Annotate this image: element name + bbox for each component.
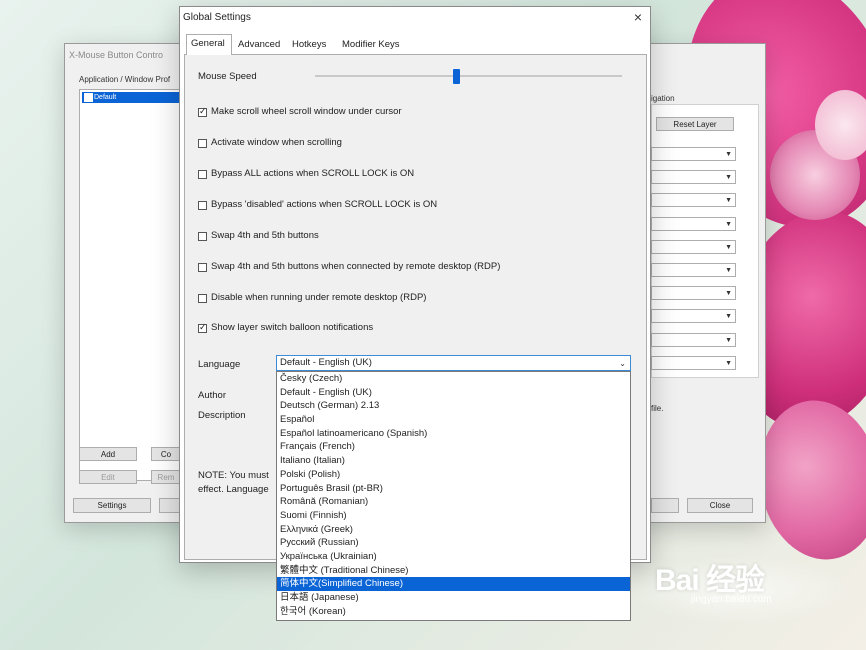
window-title: X-Mouse Button Contro: [69, 50, 164, 60]
chevron-down-icon: ▼: [725, 336, 732, 344]
global-settings-dialog: Global Settings × General Advanced Hotke…: [179, 6, 651, 621]
language-option[interactable]: Français (French): [277, 440, 630, 454]
checkbox[interactable]: [84, 93, 93, 102]
slider-thumb[interactable]: [453, 69, 461, 84]
language-option[interactable]: Português Brasil (pt-BR): [277, 482, 630, 496]
option-checkbox-label: Disable when running under remote deskto…: [211, 292, 427, 303]
option-checkbox[interactable]: [198, 322, 207, 333]
language-option[interactable]: Español latinoamericano (Spanish): [277, 427, 630, 441]
mouse-speed-label: Mouse Speed: [198, 71, 257, 82]
chevron-down-icon: ▼: [725, 359, 732, 367]
partial-button[interactable]: [159, 498, 181, 513]
note-text-line1: NOTE: You must: [198, 470, 269, 481]
chevron-down-icon: ⌄: [619, 359, 626, 368]
edit-button[interactable]: Edit: [79, 470, 137, 484]
action-combo[interactable]: ▼: [651, 216, 736, 231]
language-option[interactable]: Español: [277, 413, 630, 427]
description-label: Description: [198, 410, 246, 421]
action-combo[interactable]: ▼: [651, 263, 736, 277]
option-checkbox-label: Bypass 'disabled' actions when SCROLL LO…: [211, 199, 438, 210]
dialog-title: Global Settings: [183, 12, 251, 23]
language-option[interactable]: Česky (Czech): [277, 372, 630, 386]
option-checkbox-label: Bypass ALL actions when SCROLL LOCK is O…: [211, 168, 415, 179]
settings-button[interactable]: Settings: [73, 498, 151, 513]
tab-advanced[interactable]: Advanced: [234, 36, 286, 54]
language-label: Language: [198, 359, 241, 370]
option-checkbox[interactable]: [198, 294, 207, 303]
language-option[interactable]: Русский (Russian): [277, 536, 630, 550]
tab-hotkeys[interactable]: Hotkeys: [288, 36, 336, 54]
wallpaper-petal: [815, 90, 866, 160]
action-combo[interactable]: ▼: [651, 309, 736, 324]
option-checkbox[interactable]: [198, 232, 207, 241]
add-button[interactable]: Add: [79, 447, 137, 461]
reset-layer-button[interactable]: Reset Layer: [656, 117, 734, 131]
list-item[interactable]: Default: [82, 92, 188, 103]
chevron-down-icon: ▼: [725, 174, 732, 182]
remove-button[interactable]: Rem: [151, 470, 181, 484]
action-combo[interactable]: ▼: [651, 170, 736, 185]
option-checkbox-label: Activate window when scrolling: [211, 137, 342, 148]
option-checkbox[interactable]: [198, 170, 207, 179]
chevron-down-icon: ▼: [725, 243, 732, 251]
language-select-value: Default - English (UK): [280, 357, 372, 368]
navigation-label: igation: [651, 94, 675, 103]
language-option[interactable]: 繁體中文 (Traditional Chinese): [277, 564, 630, 578]
action-combo[interactable]: ▼: [651, 286, 736, 301]
tab-general[interactable]: General: [186, 34, 232, 55]
chevron-down-icon: ▼: [725, 267, 732, 274]
language-dropdown-list[interactable]: Česky (Czech) Default - English (UK) Deuts…: [276, 371, 631, 621]
action-combo[interactable]: ▼: [651, 193, 736, 208]
language-option[interactable]: Polski (Polish): [277, 468, 630, 482]
action-combo[interactable]: ▼: [651, 355, 736, 370]
note-text-line2: effect. Language: [198, 484, 269, 495]
watermark-logo-text: Bai 经验: [655, 564, 765, 597]
language-option[interactable]: Українська (Ukrainian): [277, 550, 630, 564]
chevron-down-icon: ▼: [725, 313, 732, 321]
option-checkbox-label: Swap 4th and 5th buttons when connected …: [211, 261, 501, 272]
author-label: Author: [198, 390, 226, 401]
option-checkbox-label: Show layer switch balloon notifications: [211, 322, 374, 333]
language-option[interactable]: 日本語 (Japanese): [277, 591, 630, 605]
option-checkbox[interactable]: [198, 139, 207, 148]
profile-note: file.: [651, 404, 664, 413]
chevron-down-icon: ▼: [725, 197, 732, 205]
action-combo[interactable]: ▼: [651, 147, 736, 161]
option-checkbox[interactable]: [198, 201, 207, 210]
option-checkbox-label: Make scroll wheel scroll window under cu…: [211, 106, 402, 117]
close-button[interactable]: Close: [687, 498, 753, 513]
tab-modifier-keys[interactable]: Modifier Keys: [338, 36, 412, 54]
option-checkbox-label: Swap 4th and 5th buttons: [211, 230, 319, 241]
language-option[interactable]: 한국어 (Korean): [277, 605, 630, 619]
watermark-url: jingyan.baidu.com: [691, 594, 772, 605]
language-option[interactable]: 简体中文(Simplified Chinese): [277, 577, 630, 591]
option-checkbox[interactable]: [198, 263, 207, 272]
chevron-down-icon: ▼: [725, 290, 732, 298]
action-combo[interactable]: ▼: [651, 332, 736, 347]
app-list-label: Application / Window Prof: [79, 75, 171, 84]
baidu-watermark: Bai 经验 jingyan.baidu.com: [655, 555, 772, 605]
list-item-label: Default: [94, 94, 117, 101]
language-option[interactable]: Ελληνικά (Greek): [277, 523, 630, 537]
chevron-down-icon: ▼: [725, 220, 732, 228]
copy-button[interactable]: Co: [151, 447, 181, 461]
language-select[interactable]: Default - English (UK) ⌄: [276, 355, 631, 371]
mouse-speed-slider[interactable]: [315, 75, 622, 77]
action-combo[interactable]: ▼: [651, 239, 736, 254]
language-option[interactable]: Română (Romanian): [277, 495, 630, 509]
language-option[interactable]: Suomi (Finnish): [277, 509, 630, 523]
option-checkbox[interactable]: [198, 106, 207, 117]
close-icon[interactable]: ×: [630, 9, 646, 25]
language-option[interactable]: Deutsch (German) 2.13: [277, 399, 630, 413]
chevron-down-icon: ▼: [725, 151, 732, 158]
partial-button[interactable]: [651, 498, 679, 513]
profile-list[interactable]: Default: [79, 89, 193, 481]
language-option[interactable]: Italiano (Italian): [277, 454, 630, 468]
language-option[interactable]: Default - English (UK): [277, 386, 630, 400]
